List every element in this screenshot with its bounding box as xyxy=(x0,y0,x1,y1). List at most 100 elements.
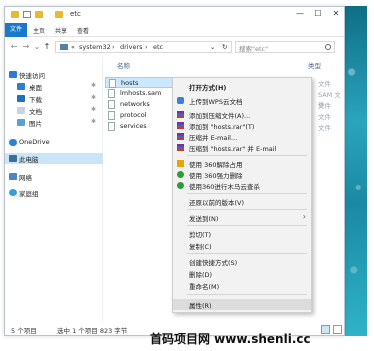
menu-item-delete[interactable]: 删除(D) xyxy=(173,268,311,279)
sidebar-item-downloads[interactable]: 下载 ✱ xyxy=(5,93,103,104)
desktop-wallpaper xyxy=(345,6,367,336)
computer-icon xyxy=(60,44,68,50)
breadcrumb-drivers[interactable]: drivers xyxy=(120,43,143,51)
sidebar-item-desktop[interactable]: 桌面 ✱ xyxy=(5,81,103,92)
list-item[interactable]: lmhosts.sam xyxy=(105,88,173,99)
menu-item-compress-email[interactable]: 压缩并 E-mail... xyxy=(173,131,311,142)
menu-item-label: 添加到压缩文件(A)... xyxy=(189,112,251,120)
menu-item-label: 还原以前的版本(V) xyxy=(189,199,245,207)
winrar-icon xyxy=(177,144,184,151)
menu-item-rename[interactable]: 重命名(M) xyxy=(173,280,311,291)
sidebar-item-documents[interactable]: 文档 ✱ xyxy=(5,105,103,116)
breadcrumb-separator[interactable]: › xyxy=(145,43,148,51)
menu-item-upload-wps[interactable]: 上传到WPS云文档 xyxy=(173,95,311,106)
pin-icon[interactable]: ✱ xyxy=(91,118,96,125)
menu-item-create-shortcut[interactable]: 创建快捷方式(S) xyxy=(173,256,311,267)
chevron-right-icon: › xyxy=(302,212,306,221)
file-icon xyxy=(108,122,115,131)
menu-item-add-to-hosts-rar[interactable]: 添加到 "hosts.rar"(T) xyxy=(173,120,311,131)
address-bar[interactable]: « system32 › drivers › etc ⌄ ↻ xyxy=(55,41,232,53)
list-item[interactable]: networks xyxy=(105,99,173,110)
pin-icon[interactable]: ✱ xyxy=(91,82,96,89)
tab-home[interactable]: 主页 xyxy=(33,26,45,35)
list-item[interactable]: hosts xyxy=(105,77,173,88)
column-headers: 名称 类型 xyxy=(105,58,345,70)
refresh-button[interactable]: ↻ xyxy=(222,43,227,51)
menu-item-label: 属性(R) xyxy=(189,302,212,310)
list-item[interactable]: services xyxy=(105,121,173,132)
recent-locations-button[interactable]: ⌄ xyxy=(32,42,42,52)
menu-item-cut[interactable]: 剪切(T) xyxy=(173,228,311,239)
sidebar-item-quick-access[interactable]: 快速访问 xyxy=(5,69,103,80)
file-type: 文件 xyxy=(318,80,331,88)
menu-separator xyxy=(187,253,307,254)
sidebar-item-network[interactable]: 网络 xyxy=(5,171,103,182)
menu-item-send-to[interactable]: 发送到(N) › xyxy=(173,212,311,223)
breadcrumb-separator[interactable]: › xyxy=(112,43,115,51)
file-type: 文件 xyxy=(318,113,331,121)
sidebar-item-onedrive[interactable]: OneDrive xyxy=(5,137,103,148)
maximize-button[interactable]: ☐ xyxy=(313,9,323,19)
file-name: services xyxy=(120,122,147,130)
menu-item-properties[interactable]: 属性(R) xyxy=(173,299,311,310)
pin-icon[interactable]: ✱ xyxy=(91,106,96,113)
menu-item-label: 使用 360解除占用 xyxy=(189,161,243,169)
window-folder-icon xyxy=(55,11,63,18)
breadcrumb-etc[interactable]: etc xyxy=(153,43,163,51)
file-icon xyxy=(108,100,115,109)
minimize-button[interactable]: — xyxy=(295,9,305,19)
back-button[interactable]: ← xyxy=(9,42,19,52)
search-box[interactable]: 搜索"etc" xyxy=(235,41,335,53)
sidebar-item-label: 图片 xyxy=(29,120,42,128)
winrar-icon xyxy=(177,111,184,118)
properties-icon[interactable] xyxy=(23,11,31,18)
up-button[interactable]: ↑ xyxy=(42,42,52,52)
search-input[interactable]: 搜索"etc" xyxy=(239,43,268,53)
sidebar-item-pictures[interactable]: 图片 ✱ xyxy=(5,117,103,128)
ribbon-tabs: 文件 主页 共享 查看 xyxy=(5,23,344,37)
menu-item-360-trojan-scan[interactable]: 使用360进行木马云查杀 xyxy=(173,180,311,191)
item-count: 5 个项目 xyxy=(11,327,37,335)
breadcrumb-overflow[interactable]: « xyxy=(71,43,75,51)
menu-item-360-force-delete[interactable]: 使用 360强力删除 xyxy=(173,169,311,180)
list-item[interactable]: protocol xyxy=(105,110,173,121)
menu-item-compress-hosts-email[interactable]: 压缩到 "hosts.rar" 并 E-mail xyxy=(173,142,311,153)
title-bar[interactable]: etc — ☐ ✕ xyxy=(5,7,344,23)
watermark-text: 首码项目网 www.shenli.cc xyxy=(150,332,311,346)
forward-button[interactable]: → xyxy=(21,42,31,52)
large-icons-view-button[interactable] xyxy=(333,325,342,334)
homegroup-icon xyxy=(9,189,17,196)
menu-separator xyxy=(187,209,307,210)
file-type: 文件 xyxy=(318,124,331,132)
menu-item-label: 使用360进行木马云查杀 xyxy=(189,183,260,191)
new-folder-icon[interactable] xyxy=(35,11,43,18)
menu-item-label: 压缩并 E-mail... xyxy=(189,134,238,142)
column-type[interactable]: 类型 xyxy=(308,60,321,70)
tab-share[interactable]: 共享 xyxy=(55,26,67,35)
close-button[interactable]: ✕ xyxy=(331,9,341,19)
sidebar-item-homegroup[interactable]: 家庭组 xyxy=(5,187,103,198)
menu-item-label: 上传到WPS云文档 xyxy=(189,98,243,106)
file-icon xyxy=(108,111,115,120)
sidebar-item-label: 桌面 xyxy=(29,84,42,92)
breadcrumb-system32[interactable]: system32 xyxy=(79,43,111,51)
sidebar-item-label: OneDrive xyxy=(19,138,50,146)
tab-file[interactable]: 文件 xyxy=(5,23,27,37)
menu-item-open-with[interactable]: 打开方式(H) xyxy=(173,81,311,92)
address-dropdown[interactable]: ⌄ xyxy=(210,43,215,51)
cloud-upload-icon xyxy=(177,97,184,104)
details-view-button[interactable] xyxy=(321,325,330,334)
menu-separator xyxy=(187,294,307,295)
menu-item-360-unlock[interactable]: 使用 360解除占用 xyxy=(173,158,311,169)
menu-item-copy[interactable]: 复制(C) xyxy=(173,240,311,251)
column-name[interactable]: 名称 xyxy=(117,60,130,70)
sidebar-item-this-pc[interactable]: 此电脑 xyxy=(5,153,103,164)
pin-icon[interactable]: ✱ xyxy=(91,94,96,101)
unlock-icon xyxy=(177,160,184,167)
tab-view[interactable]: 查看 xyxy=(77,26,89,35)
menu-separator xyxy=(187,225,307,226)
search-icon[interactable] xyxy=(325,44,331,50)
menu-item-restore-versions[interactable]: 还原以前的版本(V) xyxy=(173,196,311,207)
menu-item-label: 创建快捷方式(S) xyxy=(189,259,238,267)
menu-item-add-to-archive[interactable]: 添加到压缩文件(A)... xyxy=(173,109,311,120)
